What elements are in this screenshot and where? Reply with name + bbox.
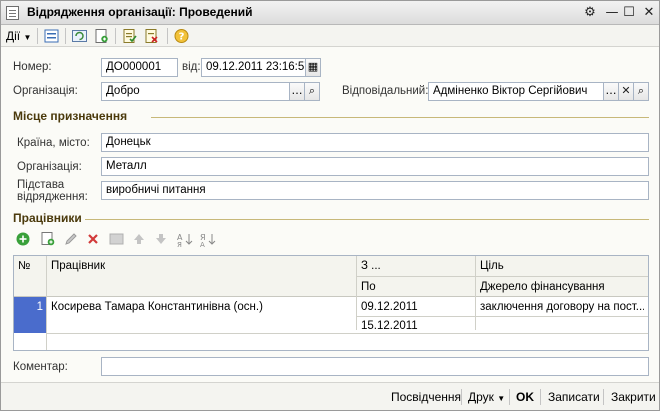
document-window: Відрядження організації: Проведений ⚙ — … bbox=[0, 0, 660, 411]
certificate-button[interactable]: Посвідчення bbox=[391, 390, 461, 404]
workers-section-title: Працівники bbox=[13, 211, 82, 225]
clear-responsible-icon[interactable]: ✕ bbox=[618, 82, 634, 101]
move-up-icon[interactable] bbox=[131, 231, 149, 247]
column-divider bbox=[475, 256, 476, 330]
save-button[interactable]: Записати bbox=[548, 390, 600, 404]
row-divider bbox=[356, 276, 648, 277]
actions-menu[interactable]: Дії ▼ bbox=[6, 28, 31, 44]
svg-text:Я: Я bbox=[177, 241, 182, 247]
column-header-worker[interactable]: Працівник bbox=[51, 260, 105, 272]
basis-label: Підстава відрядження: bbox=[17, 179, 88, 203]
date-field[interactable]: 09.12.2011 23:16:57 bbox=[201, 58, 306, 77]
row-divider bbox=[356, 316, 648, 317]
toolbar-divider bbox=[167, 28, 168, 44]
select-organization-button[interactable]: … bbox=[289, 82, 305, 101]
edit-row-icon[interactable] bbox=[63, 231, 81, 247]
number-label: Номер: bbox=[13, 61, 52, 73]
number-field[interactable]: ДО000001 bbox=[101, 58, 178, 77]
print-button[interactable]: Друк ▼ bbox=[468, 390, 505, 404]
responsible-field[interactable]: Адміненко Віктор Сергійович bbox=[428, 82, 604, 101]
open-responsible-icon[interactable]: ⌕ bbox=[633, 82, 649, 101]
worker-cell[interactable]: Косирева Тамара Константинівна (осн.) bbox=[51, 301, 351, 313]
country-city-label: Країна, місто: bbox=[17, 137, 90, 149]
row-number: 1 bbox=[36, 301, 43, 313]
svg-text:?: ? bbox=[179, 32, 185, 43]
toolbar: Дії ▼ ? bbox=[1, 25, 659, 47]
settings-icon[interactable]: ⚙ bbox=[582, 5, 598, 21]
footer-divider bbox=[461, 389, 462, 405]
goal-cell[interactable]: заключення договору на пост... bbox=[480, 301, 644, 313]
delete-row-icon[interactable] bbox=[85, 231, 103, 247]
column-header-to[interactable]: По bbox=[361, 281, 376, 293]
row-divider bbox=[47, 333, 648, 334]
new-document-icon[interactable] bbox=[93, 28, 110, 44]
to-date-cell[interactable]: 15.12.2011 bbox=[361, 320, 418, 332]
unpost-document-icon[interactable] bbox=[143, 28, 160, 44]
country-city-field[interactable]: Донецьк bbox=[101, 133, 649, 152]
calendar-icon[interactable]: ▦ bbox=[305, 58, 321, 77]
select-responsible-button[interactable]: … bbox=[603, 82, 619, 101]
sort-descending-icon[interactable]: ЯA bbox=[199, 231, 217, 247]
responsible-label: Відповідальний: bbox=[342, 85, 429, 97]
move-down-icon[interactable] bbox=[153, 231, 171, 247]
add-row-icon[interactable] bbox=[15, 231, 33, 247]
svg-text:A: A bbox=[200, 241, 205, 247]
close-button[interactable]: Закрити bbox=[611, 390, 656, 404]
refresh-icon[interactable] bbox=[71, 28, 88, 44]
end-edit-icon[interactable] bbox=[108, 231, 126, 247]
post-document-icon[interactable] bbox=[121, 28, 138, 44]
move-to-list-icon[interactable] bbox=[43, 28, 60, 44]
comment-label: Коментар: bbox=[13, 361, 68, 373]
close-window-button[interactable]: ✕ bbox=[641, 5, 657, 21]
window-title: Відрядження організації: Проведений bbox=[27, 5, 253, 19]
sort-ascending-icon[interactable]: AЯ bbox=[176, 231, 194, 247]
column-header-source[interactable]: Джерело фінансування bbox=[480, 281, 605, 293]
ok-button[interactable]: OK bbox=[516, 390, 534, 404]
minimize-button[interactable]: — bbox=[604, 5, 620, 21]
column-header-num[interactable]: № bbox=[18, 260, 30, 272]
destination-section-title: Місце призначення bbox=[13, 109, 128, 123]
print-button-label: Друк bbox=[468, 390, 494, 404]
footer-divider bbox=[509, 389, 510, 405]
column-header-goal[interactable]: Ціль bbox=[480, 260, 504, 272]
footer-divider bbox=[540, 389, 541, 405]
toolbar-divider bbox=[65, 28, 66, 44]
column-header-from[interactable]: З ... bbox=[361, 260, 381, 272]
document-icon bbox=[6, 6, 19, 20]
column-divider bbox=[46, 256, 47, 350]
actions-menu-label: Дії bbox=[6, 29, 21, 43]
workers-table: № Працівник З ... По Ціль Джерело фінанс… bbox=[13, 255, 649, 351]
chevron-down-icon: ▼ bbox=[23, 33, 32, 42]
copy-row-icon[interactable] bbox=[39, 231, 57, 247]
organization-field[interactable]: Добро bbox=[101, 82, 290, 101]
destination-organization-field[interactable]: Металл bbox=[101, 157, 649, 176]
organization-label: Організація: bbox=[13, 85, 78, 97]
section-divider bbox=[151, 117, 649, 118]
toolbar-divider bbox=[37, 28, 38, 44]
help-icon[interactable]: ? bbox=[173, 28, 190, 44]
footer-divider bbox=[603, 389, 604, 405]
from-date-cell[interactable]: 09.12.2011 bbox=[361, 301, 418, 313]
toolbar-divider bbox=[115, 28, 116, 44]
destination-organization-label: Організація: bbox=[17, 161, 82, 173]
section-divider bbox=[85, 219, 649, 220]
title-bar: Відрядження організації: Проведений ⚙ — … bbox=[1, 1, 659, 25]
column-divider bbox=[356, 256, 357, 330]
date-label: від: bbox=[182, 61, 201, 73]
open-organization-icon[interactable]: ⌕ bbox=[304, 82, 320, 101]
maximize-button[interactable]: ☐ bbox=[621, 5, 637, 21]
comment-field[interactable] bbox=[101, 357, 649, 376]
chevron-down-icon: ▼ bbox=[497, 394, 506, 403]
form-footer: Посвідчення Друк ▼ OK Записати Закрити bbox=[1, 382, 659, 410]
basis-field[interactable]: виробничі питання bbox=[101, 181, 649, 200]
